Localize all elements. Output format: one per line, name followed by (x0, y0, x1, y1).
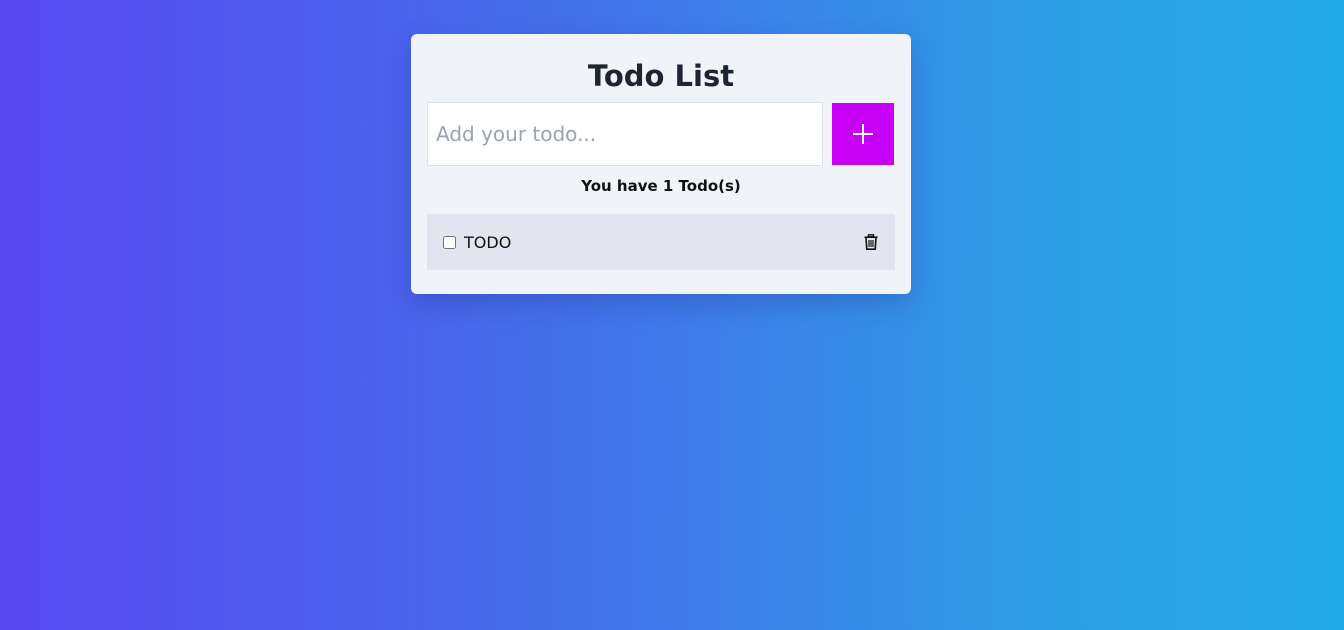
plus-icon (853, 124, 873, 144)
todo-card: Todo List You have 1 Todo(s) TODO (411, 34, 911, 294)
todo-text: TODO (464, 232, 512, 252)
list-item: TODO (427, 214, 895, 270)
add-todo-button[interactable] (832, 103, 894, 165)
trash-icon (864, 234, 878, 250)
todo-checkbox[interactable] (443, 235, 456, 249)
todo-count: You have 1 Todo(s) (581, 177, 741, 195)
page-title: Todo List (587, 59, 735, 93)
delete-todo-button[interactable] (863, 233, 879, 251)
todo-input[interactable] (427, 102, 823, 166)
todo-list: TODO (427, 214, 895, 270)
